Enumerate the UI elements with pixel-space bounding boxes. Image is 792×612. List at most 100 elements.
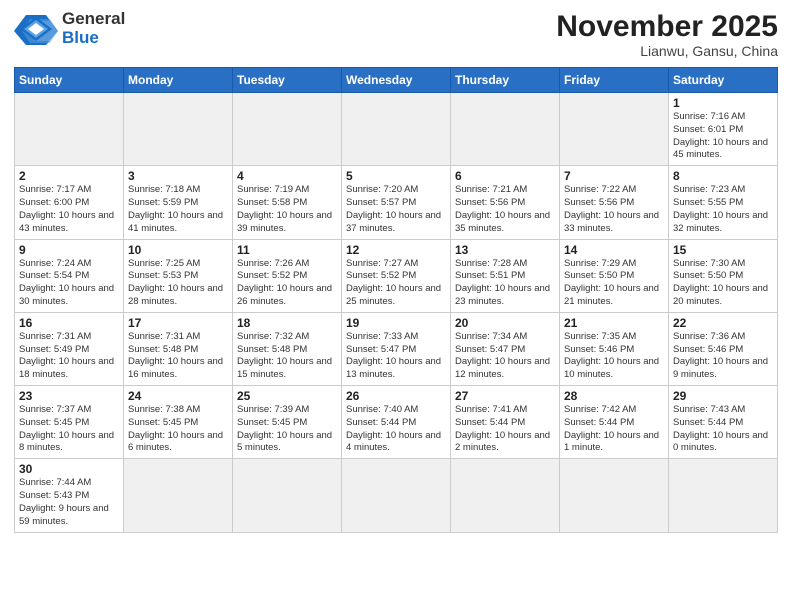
- logo-text: General Blue: [62, 10, 125, 47]
- day-number: 9: [19, 243, 119, 257]
- day-number: 29: [673, 389, 773, 403]
- day-info: Sunrise: 7:40 AMSunset: 5:44 PMDaylight:…: [346, 404, 446, 455]
- day-info: Sunrise: 7:25 AMSunset: 5:53 PMDaylight:…: [128, 258, 228, 309]
- logo-blue: Blue: [62, 29, 125, 48]
- calendar-cell-11: 6Sunrise: 7:21 AMSunset: 5:56 PMDaylight…: [451, 166, 560, 239]
- calendar-cell-37: [233, 459, 342, 532]
- day-info: Sunrise: 7:22 AMSunset: 5:56 PMDaylight:…: [564, 184, 664, 235]
- week-row-2: 2Sunrise: 7:17 AMSunset: 6:00 PMDaylight…: [15, 166, 778, 239]
- day-info: Sunrise: 7:16 AMSunset: 6:01 PMDaylight:…: [673, 111, 773, 162]
- day-number: 17: [128, 316, 228, 330]
- day-info: Sunrise: 7:24 AMSunset: 5:54 PMDaylight:…: [19, 258, 119, 309]
- calendar-cell-26: 21Sunrise: 7:35 AMSunset: 5:46 PMDayligh…: [560, 312, 669, 385]
- calendar-cell-16: 11Sunrise: 7:26 AMSunset: 5:52 PMDayligh…: [233, 239, 342, 312]
- day-number: 30: [19, 462, 119, 476]
- calendar-cell-17: 12Sunrise: 7:27 AMSunset: 5:52 PMDayligh…: [342, 239, 451, 312]
- calendar-cell-25: 20Sunrise: 7:34 AMSunset: 5:47 PMDayligh…: [451, 312, 560, 385]
- day-info: Sunrise: 7:19 AMSunset: 5:58 PMDaylight:…: [237, 184, 337, 235]
- calendar-cell-34: 29Sunrise: 7:43 AMSunset: 5:44 PMDayligh…: [669, 386, 778, 459]
- calendar-cell-30: 25Sunrise: 7:39 AMSunset: 5:45 PMDayligh…: [233, 386, 342, 459]
- day-number: 7: [564, 169, 664, 183]
- header-tuesday: Tuesday: [233, 68, 342, 93]
- calendar-cell-0: [15, 93, 124, 166]
- title-block: November 2025 Lianwu, Gansu, China: [556, 10, 778, 59]
- calendar-cell-40: [560, 459, 669, 532]
- day-number: 10: [128, 243, 228, 257]
- calendar-cell-35: 30Sunrise: 7:44 AMSunset: 5:43 PMDayligh…: [15, 459, 124, 532]
- day-info: Sunrise: 7:20 AMSunset: 5:57 PMDaylight:…: [346, 184, 446, 235]
- day-number: 26: [346, 389, 446, 403]
- day-info: Sunrise: 7:33 AMSunset: 5:47 PMDaylight:…: [346, 331, 446, 382]
- day-info: Sunrise: 7:18 AMSunset: 5:59 PMDaylight:…: [128, 184, 228, 235]
- calendar-cell-1: [124, 93, 233, 166]
- calendar-cell-18: 13Sunrise: 7:28 AMSunset: 5:51 PMDayligh…: [451, 239, 560, 312]
- day-number: 15: [673, 243, 773, 257]
- month-title: November 2025: [556, 10, 778, 43]
- day-number: 11: [237, 243, 337, 257]
- calendar-cell-4: [451, 93, 560, 166]
- day-info: Sunrise: 7:32 AMSunset: 5:48 PMDaylight:…: [237, 331, 337, 382]
- calendar-cell-38: [342, 459, 451, 532]
- header-sunday: Sunday: [15, 68, 124, 93]
- header-friday: Friday: [560, 68, 669, 93]
- logo-general: General: [62, 10, 125, 29]
- day-info: Sunrise: 7:28 AMSunset: 5:51 PMDaylight:…: [455, 258, 555, 309]
- calendar-cell-6: 1Sunrise: 7:16 AMSunset: 6:01 PMDaylight…: [669, 93, 778, 166]
- calendar-cell-15: 10Sunrise: 7:25 AMSunset: 5:53 PMDayligh…: [124, 239, 233, 312]
- week-row-5: 23Sunrise: 7:37 AMSunset: 5:45 PMDayligh…: [15, 386, 778, 459]
- week-row-3: 9Sunrise: 7:24 AMSunset: 5:54 PMDaylight…: [15, 239, 778, 312]
- day-number: 12: [346, 243, 446, 257]
- calendar-cell-9: 4Sunrise: 7:19 AMSunset: 5:58 PMDaylight…: [233, 166, 342, 239]
- day-info: Sunrise: 7:44 AMSunset: 5:43 PMDaylight:…: [19, 477, 119, 528]
- day-number: 6: [455, 169, 555, 183]
- calendar-cell-21: 16Sunrise: 7:31 AMSunset: 5:49 PMDayligh…: [15, 312, 124, 385]
- calendar-cell-19: 14Sunrise: 7:29 AMSunset: 5:50 PMDayligh…: [560, 239, 669, 312]
- day-info: Sunrise: 7:37 AMSunset: 5:45 PMDaylight:…: [19, 404, 119, 455]
- calendar-cell-41: [669, 459, 778, 532]
- calendar-cell-28: 23Sunrise: 7:37 AMSunset: 5:45 PMDayligh…: [15, 386, 124, 459]
- calendar-cell-24: 19Sunrise: 7:33 AMSunset: 5:47 PMDayligh…: [342, 312, 451, 385]
- day-info: Sunrise: 7:42 AMSunset: 5:44 PMDaylight:…: [564, 404, 664, 455]
- calendar-cell-31: 26Sunrise: 7:40 AMSunset: 5:44 PMDayligh…: [342, 386, 451, 459]
- day-info: Sunrise: 7:38 AMSunset: 5:45 PMDaylight:…: [128, 404, 228, 455]
- day-number: 3: [128, 169, 228, 183]
- calendar-cell-8: 3Sunrise: 7:18 AMSunset: 5:59 PMDaylight…: [124, 166, 233, 239]
- day-number: 14: [564, 243, 664, 257]
- day-info: Sunrise: 7:21 AMSunset: 5:56 PMDaylight:…: [455, 184, 555, 235]
- day-number: 20: [455, 316, 555, 330]
- day-number: 25: [237, 389, 337, 403]
- calendar-cell-22: 17Sunrise: 7:31 AMSunset: 5:48 PMDayligh…: [124, 312, 233, 385]
- day-number: 13: [455, 243, 555, 257]
- day-number: 18: [237, 316, 337, 330]
- day-info: Sunrise: 7:27 AMSunset: 5:52 PMDaylight:…: [346, 258, 446, 309]
- day-number: 4: [237, 169, 337, 183]
- calendar-cell-12: 7Sunrise: 7:22 AMSunset: 5:56 PMDaylight…: [560, 166, 669, 239]
- day-info: Sunrise: 7:41 AMSunset: 5:44 PMDaylight:…: [455, 404, 555, 455]
- day-info: Sunrise: 7:17 AMSunset: 6:00 PMDaylight:…: [19, 184, 119, 235]
- calendar-cell-10: 5Sunrise: 7:20 AMSunset: 5:57 PMDaylight…: [342, 166, 451, 239]
- header-thursday: Thursday: [451, 68, 560, 93]
- logo-icon: [14, 11, 58, 47]
- day-info: Sunrise: 7:29 AMSunset: 5:50 PMDaylight:…: [564, 258, 664, 309]
- calendar-cell-36: [124, 459, 233, 532]
- week-row-4: 16Sunrise: 7:31 AMSunset: 5:49 PMDayligh…: [15, 312, 778, 385]
- calendar-cell-3: [342, 93, 451, 166]
- day-info: Sunrise: 7:43 AMSunset: 5:44 PMDaylight:…: [673, 404, 773, 455]
- calendar-cell-2: [233, 93, 342, 166]
- calendar-cell-29: 24Sunrise: 7:38 AMSunset: 5:45 PMDayligh…: [124, 386, 233, 459]
- header: General Blue November 2025 Lianwu, Gansu…: [14, 10, 778, 59]
- day-number: 27: [455, 389, 555, 403]
- day-number: 24: [128, 389, 228, 403]
- day-info: Sunrise: 7:31 AMSunset: 5:49 PMDaylight:…: [19, 331, 119, 382]
- calendar-cell-32: 27Sunrise: 7:41 AMSunset: 5:44 PMDayligh…: [451, 386, 560, 459]
- location: Lianwu, Gansu, China: [556, 43, 778, 59]
- logo: General Blue: [14, 10, 125, 47]
- week-row-1: 1Sunrise: 7:16 AMSunset: 6:01 PMDaylight…: [15, 93, 778, 166]
- day-number: 16: [19, 316, 119, 330]
- day-info: Sunrise: 7:30 AMSunset: 5:50 PMDaylight:…: [673, 258, 773, 309]
- header-wednesday: Wednesday: [342, 68, 451, 93]
- page: General Blue November 2025 Lianwu, Gansu…: [0, 0, 792, 612]
- header-saturday: Saturday: [669, 68, 778, 93]
- day-info: Sunrise: 7:23 AMSunset: 5:55 PMDaylight:…: [673, 184, 773, 235]
- weekday-header-row: Sunday Monday Tuesday Wednesday Thursday…: [15, 68, 778, 93]
